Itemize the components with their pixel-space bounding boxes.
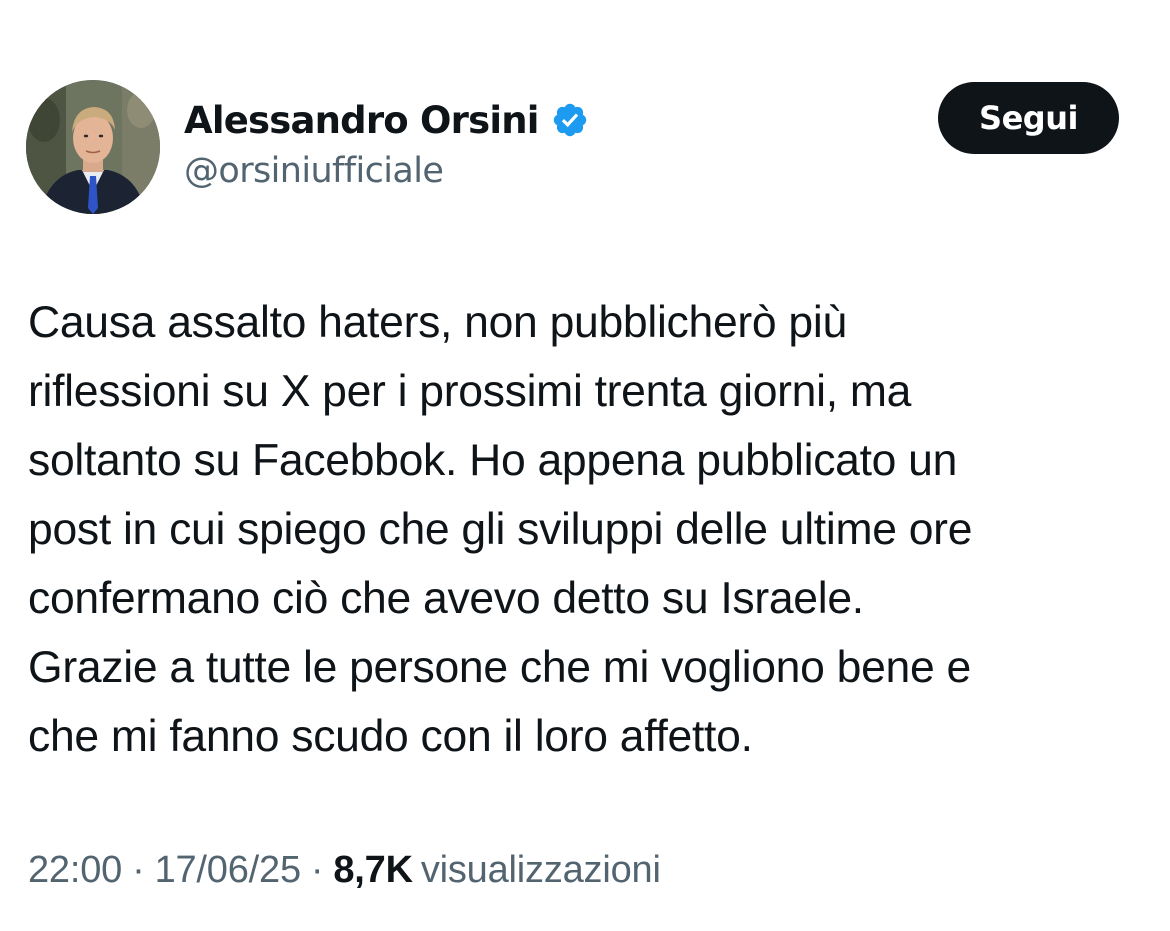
author-name-row: Alessandro Orsini: [184, 94, 589, 146]
meta-separator: ·: [310, 849, 324, 891]
views-count[interactable]: 8,7K: [333, 849, 413, 891]
avatar[interactable]: [26, 80, 160, 214]
views-label: visualizzazioni: [420, 849, 661, 891]
author-info: Alessandro Orsini @orsiniufficiale: [184, 94, 589, 191]
tweet-text: Causa assalto haters, non pubblicherò pi…: [28, 298, 973, 761]
author-handle[interactable]: @orsiniufficiale: [184, 151, 589, 191]
verified-badge-icon[interactable]: [551, 101, 589, 139]
tweet-card: Alessandro Orsini @orsiniufficiale Segui…: [0, 0, 1170, 931]
tweet-date[interactable]: 17/06/25: [155, 849, 302, 891]
follow-button[interactable]: Segui: [938, 82, 1119, 154]
verified-badge-icon-graphic: [553, 103, 586, 137]
author-display-name[interactable]: Alessandro Orsini: [184, 99, 539, 142]
avatar-image: [26, 80, 160, 214]
tweet-time[interactable]: 22:00: [28, 849, 122, 891]
meta-separator: ·: [132, 849, 145, 891]
tweet-meta: 22:00 · 17/06/25 · 8,7K visualizzazioni: [28, 849, 661, 892]
